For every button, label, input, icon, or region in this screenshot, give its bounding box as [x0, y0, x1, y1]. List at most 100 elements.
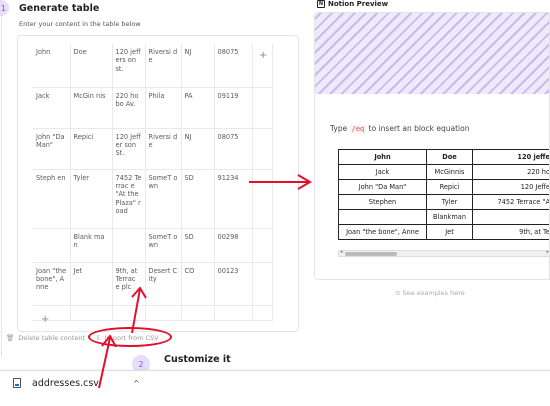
table-cell[interactable]: [252, 262, 273, 306]
equation-hint: Type /eq to insert an block equation: [330, 124, 469, 133]
preview-row: John Doe 120 jeffe: [338, 149, 549, 165]
table-row: John Doe 120 jeffers on st. Riversi de NJ 080…: [33, 44, 273, 88]
preview-cell: Stephen: [338, 194, 427, 210]
table-cell[interactable]: 08075: [214, 44, 253, 88]
trash-icon: 🗑: [6, 334, 15, 342]
table-cell[interactable]: Phila: [145, 87, 182, 129]
preview-cell: Jet: [426, 224, 473, 240]
step-connector: [1, 17, 2, 357]
table-cell[interactable]: Riversi de: [145, 44, 182, 88]
table-cell[interactable]: [33, 228, 71, 263]
section-title: Generate table: [19, 3, 100, 14]
table-cell[interactable]: Repici: [70, 128, 113, 170]
chevron-up-icon[interactable]: ^: [133, 379, 140, 388]
scrollbar-thumb[interactable]: [345, 252, 397, 256]
preview-row: Stephen Tyler 7452 Terrace "A: [338, 194, 549, 210]
preview-scrollbar[interactable]: ◂ ▸: [338, 249, 549, 257]
preview-table: John Doe 120 jeffe Jack McGinnis 220 ho John "…: [338, 149, 549, 240]
preview-row: John "Da Man" Repici 120 Jeffe: [338, 179, 549, 195]
add-row-button[interactable]: +: [41, 314, 49, 325]
table-cell[interactable]: [252, 87, 273, 129]
notion-icon: N: [317, 0, 325, 8]
preview-table-viewport: John Doe 120 jeffe Jack McGinnis 220 ho John "…: [338, 149, 549, 250]
see-examples-text: See examples here: [402, 289, 465, 297]
table-cell[interactable]: Steph en: [33, 169, 71, 229]
table-cell[interactable]: Doe: [70, 44, 113, 88]
table-cell[interactable]: [112, 228, 146, 263]
table-row: John "Da Man" Repici 120 Jeffer son St. Riv…: [33, 128, 273, 170]
see-examples-link[interactable]: ⊙ See examples here: [395, 289, 465, 297]
table-cell[interactable]: 7452 Terrac e "At the Plaza" road: [112, 169, 146, 229]
table-cell[interactable]: [181, 305, 215, 321]
table-cell[interactable]: [252, 228, 273, 263]
table-cell[interactable]: 00298: [214, 228, 253, 263]
preview-cell: Doe: [426, 149, 473, 165]
preview-cell: Blankman: [426, 209, 473, 225]
table-cell[interactable]: [70, 305, 113, 321]
table-cell[interactable]: 120 jeffers on st.: [112, 44, 146, 88]
table-cell[interactable]: Joan "the bone", Anne: [33, 262, 71, 306]
table-cell[interactable]: John "Da Man": [33, 128, 71, 170]
table-cell[interactable]: NJ: [181, 44, 215, 88]
delete-table-button[interactable]: Delete table content: [18, 334, 85, 342]
table-cell[interactable]: Jet: [70, 262, 113, 306]
table-row: [33, 305, 273, 321]
preview-cell: 220 ho: [472, 164, 549, 180]
preview-row: Blankman: [338, 209, 549, 225]
section-title-2: Customize it: [164, 354, 231, 365]
preview-cell: [472, 209, 549, 225]
preview-cell: Repici: [426, 179, 473, 195]
table-cell[interactable]: SomeT own: [145, 169, 182, 229]
table-row: Jack McGin nis 220 hobo Av. Phila PA 09119: [33, 87, 273, 129]
table-row: Blank man SomeT own SD 00298: [33, 228, 273, 263]
preview-cell: Joan "the bone", Anne: [338, 224, 427, 240]
preview-cell: Jack: [338, 164, 427, 180]
table-cell[interactable]: Riversi de: [145, 128, 182, 170]
csv-file-icon: [13, 378, 21, 388]
preview-cell: 9th, at Te: [472, 224, 549, 240]
table-cell[interactable]: 120 Jeffer son St.: [112, 128, 146, 170]
table-cell[interactable]: CO: [181, 262, 215, 306]
table-row: Steph en Tyler 7452 Terrac e "At the Plaza…: [33, 169, 273, 229]
hint-prefix: Type: [330, 124, 348, 133]
table-cell[interactable]: NJ: [181, 128, 215, 170]
preview-cell: John "Da Man": [338, 179, 427, 195]
table-cell[interactable]: SD: [181, 169, 215, 229]
scroll-right-arrow[interactable]: ▸: [546, 249, 549, 255]
table-cell[interactable]: Blank man: [70, 228, 113, 263]
table-cell[interactable]: McGin nis: [70, 87, 113, 129]
notion-preview: Type /eq to insert an block equation Joh…: [314, 12, 550, 280]
table-cell[interactable]: [252, 128, 273, 170]
app-page: 1 Generate table Enter your content in t…: [0, 0, 550, 406]
preview-cell: John: [338, 149, 427, 165]
table-cell[interactable]: SomeT own: [145, 228, 182, 263]
preview-cell: McGinnis: [426, 164, 473, 180]
table-cell[interactable]: SD: [181, 228, 215, 263]
table-cell[interactable]: [214, 305, 253, 321]
table-cell[interactable]: 08075: [214, 128, 253, 170]
hint-suffix: to insert an block equation: [368, 124, 470, 133]
preview-cover: [315, 13, 549, 94]
preview-cell: 120 Jeffe: [472, 179, 549, 195]
scroll-left-arrow[interactable]: ◂: [340, 249, 343, 255]
preview-cell: 7452 Terrace "A: [472, 194, 549, 210]
section-subtitle: Enter your content in the table below: [19, 20, 141, 28]
table-cell[interactable]: 00123: [214, 262, 253, 306]
annotation-arrow-right: [249, 174, 312, 190]
annotation-arrow-up: [131, 286, 147, 334]
download-filename[interactable]: addresses.csv: [32, 378, 99, 389]
table-cell[interactable]: Jack: [33, 87, 71, 129]
table-cell[interactable]: [33, 305, 71, 321]
table-cell[interactable]: [252, 305, 273, 321]
preview-row: Joan "the bone", Anne Jet 9th, at Te: [338, 224, 549, 240]
preview-cell: Tyler: [426, 194, 473, 210]
table-cell[interactable]: 220 hobo Av.: [112, 87, 146, 129]
table-row: Joan "the bone", Anne Jet 9th, at Terrac e…: [33, 262, 273, 306]
preview-cell: 120 jeffe: [472, 149, 549, 165]
table-cell[interactable]: 09119: [214, 87, 253, 129]
table-cell[interactable]: John: [33, 44, 71, 88]
add-column-button[interactable]: +: [259, 50, 267, 61]
preview-label: N Notion Preview: [317, 0, 388, 8]
table-cell[interactable]: Tyler: [70, 169, 113, 229]
table-cell[interactable]: PA: [181, 87, 215, 129]
